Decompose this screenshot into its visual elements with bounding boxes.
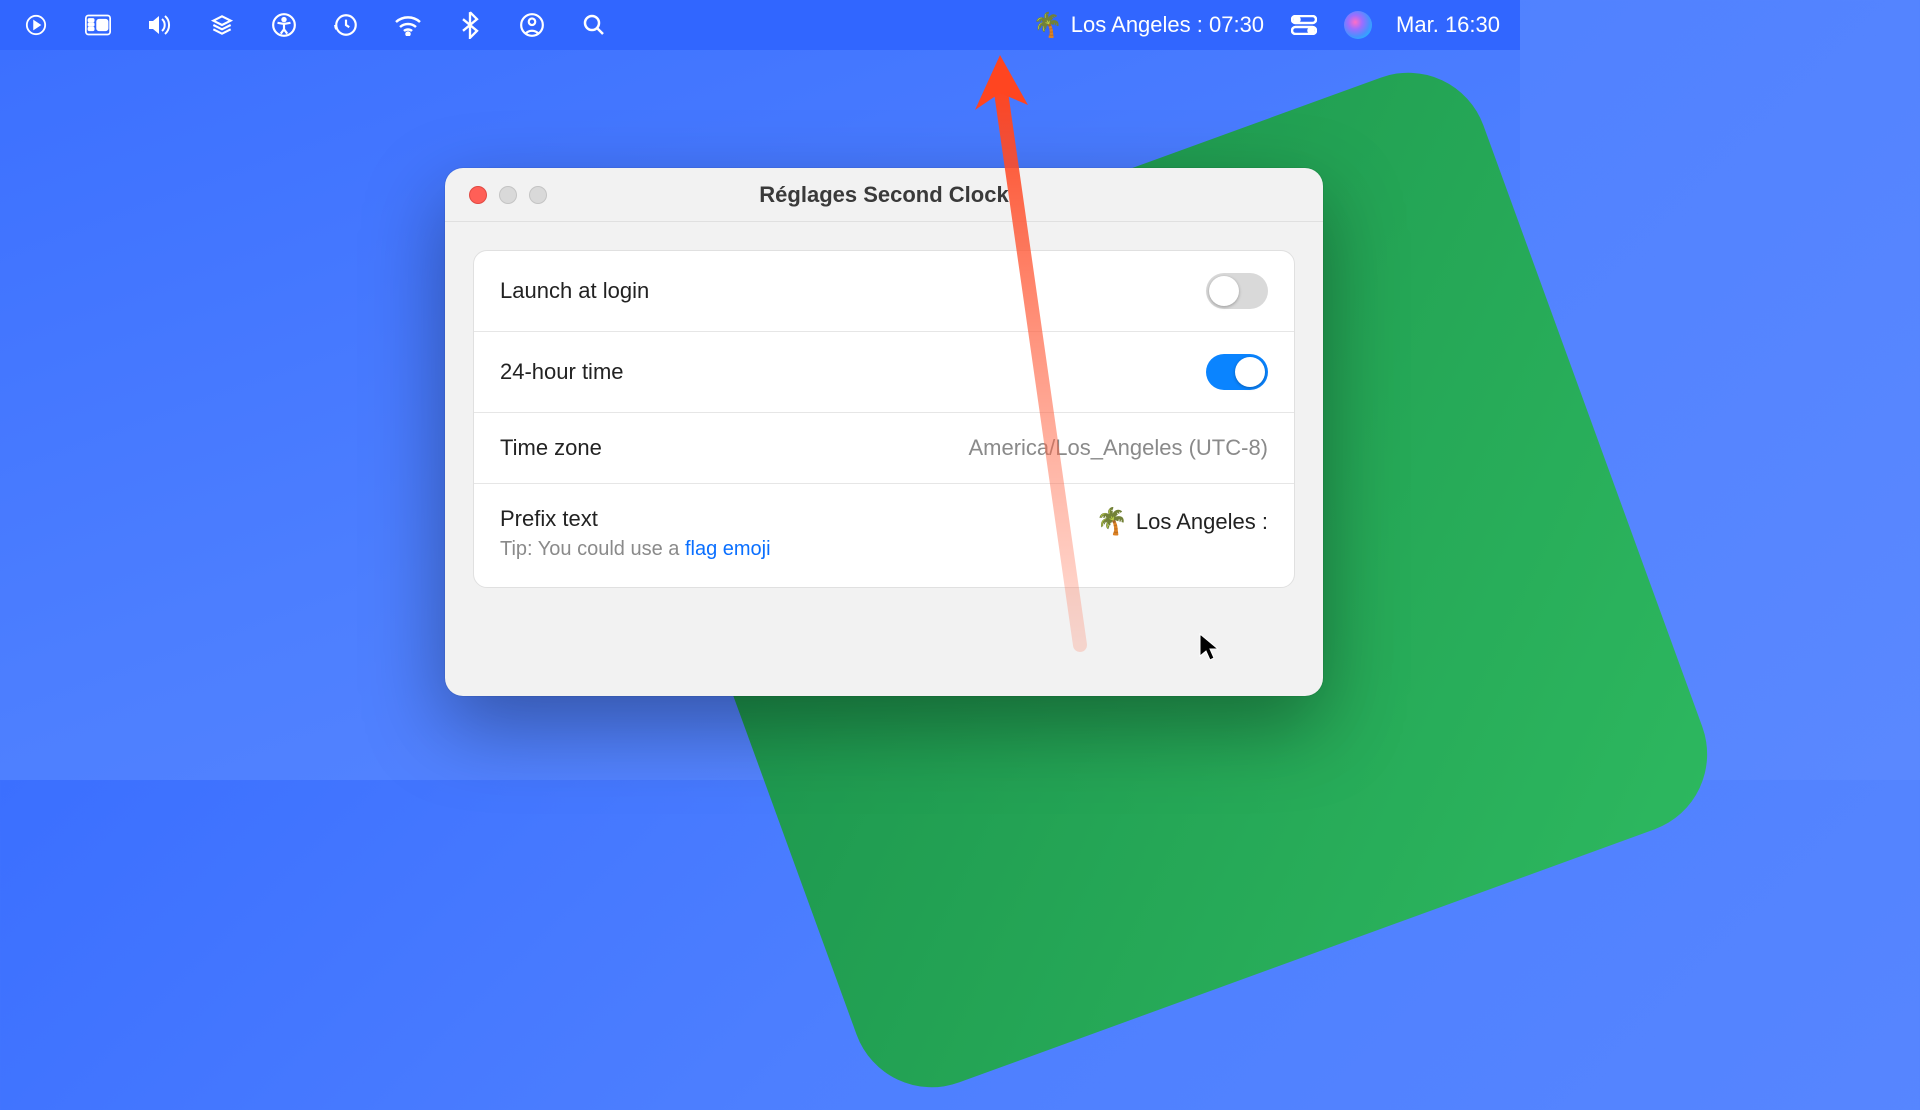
volume-icon[interactable]	[144, 9, 176, 41]
flag-emoji-link[interactable]: flag emoji	[685, 538, 771, 560]
time-machine-icon[interactable]	[330, 9, 362, 41]
accessibility-icon[interactable]	[268, 9, 300, 41]
palm-tree-emoji: 🌴	[1033, 11, 1063, 40]
prefix-emoji: 🌴	[1096, 506, 1128, 537]
timezone-label: Time zone	[500, 435, 602, 461]
user-icon[interactable]	[516, 9, 548, 41]
close-button[interactable]	[469, 186, 487, 204]
control-center-icon[interactable]	[1288, 9, 1320, 41]
menubar: 🌴 Los Angeles : 07:30 Mar. 16:30	[0, 0, 1520, 50]
bluetooth-icon[interactable]	[454, 9, 486, 41]
settings-panel: Launch at login 24-hour time Time zone A…	[473, 250, 1295, 588]
prefix-tip: Tip: You could use a flag emoji	[500, 538, 771, 561]
minimize-button[interactable]	[499, 186, 517, 204]
launch-at-login-label: Launch at login	[500, 278, 649, 304]
window-title: Réglages Second Clock	[759, 182, 1008, 208]
cursor-icon	[1198, 632, 1222, 662]
play-icon[interactable]	[20, 9, 52, 41]
system-clock[interactable]: Mar. 16:30	[1396, 12, 1500, 38]
search-icon[interactable]	[578, 9, 610, 41]
stage-manager-icon[interactable]	[82, 9, 114, 41]
wifi-icon[interactable]	[392, 9, 424, 41]
twentyfour-hour-toggle[interactable]	[1206, 354, 1268, 390]
maximize-button[interactable]	[529, 186, 547, 204]
launch-at-login-toggle[interactable]	[1206, 273, 1268, 309]
timezone-value: America/Los_Angeles (UTC-8)	[968, 435, 1268, 461]
layers-icon[interactable]	[206, 9, 238, 41]
twentyfour-hour-label: 24-hour time	[500, 359, 624, 385]
siri-icon[interactable]	[1344, 11, 1372, 39]
timezone-row[interactable]: Time zone America/Los_Angeles (UTC-8)	[474, 413, 1294, 484]
settings-window: Réglages Second Clock Launch at login 24…	[445, 168, 1323, 696]
twentyfour-hour-row: 24-hour time	[474, 332, 1294, 413]
second-clock-menubar-item[interactable]: 🌴 Los Angeles : 07:30	[1033, 11, 1264, 40]
launch-at-login-row: Launch at login	[474, 251, 1294, 332]
prefix-text-row[interactable]: Prefix text Tip: You could use a flag em…	[474, 484, 1294, 587]
prefix-text-label: Prefix text	[500, 506, 771, 532]
prefix-text-value: 🌴 Los Angeles :	[1096, 506, 1268, 537]
second-clock-text: Los Angeles : 07:30	[1071, 12, 1264, 38]
window-titlebar[interactable]: Réglages Second Clock	[445, 168, 1323, 222]
